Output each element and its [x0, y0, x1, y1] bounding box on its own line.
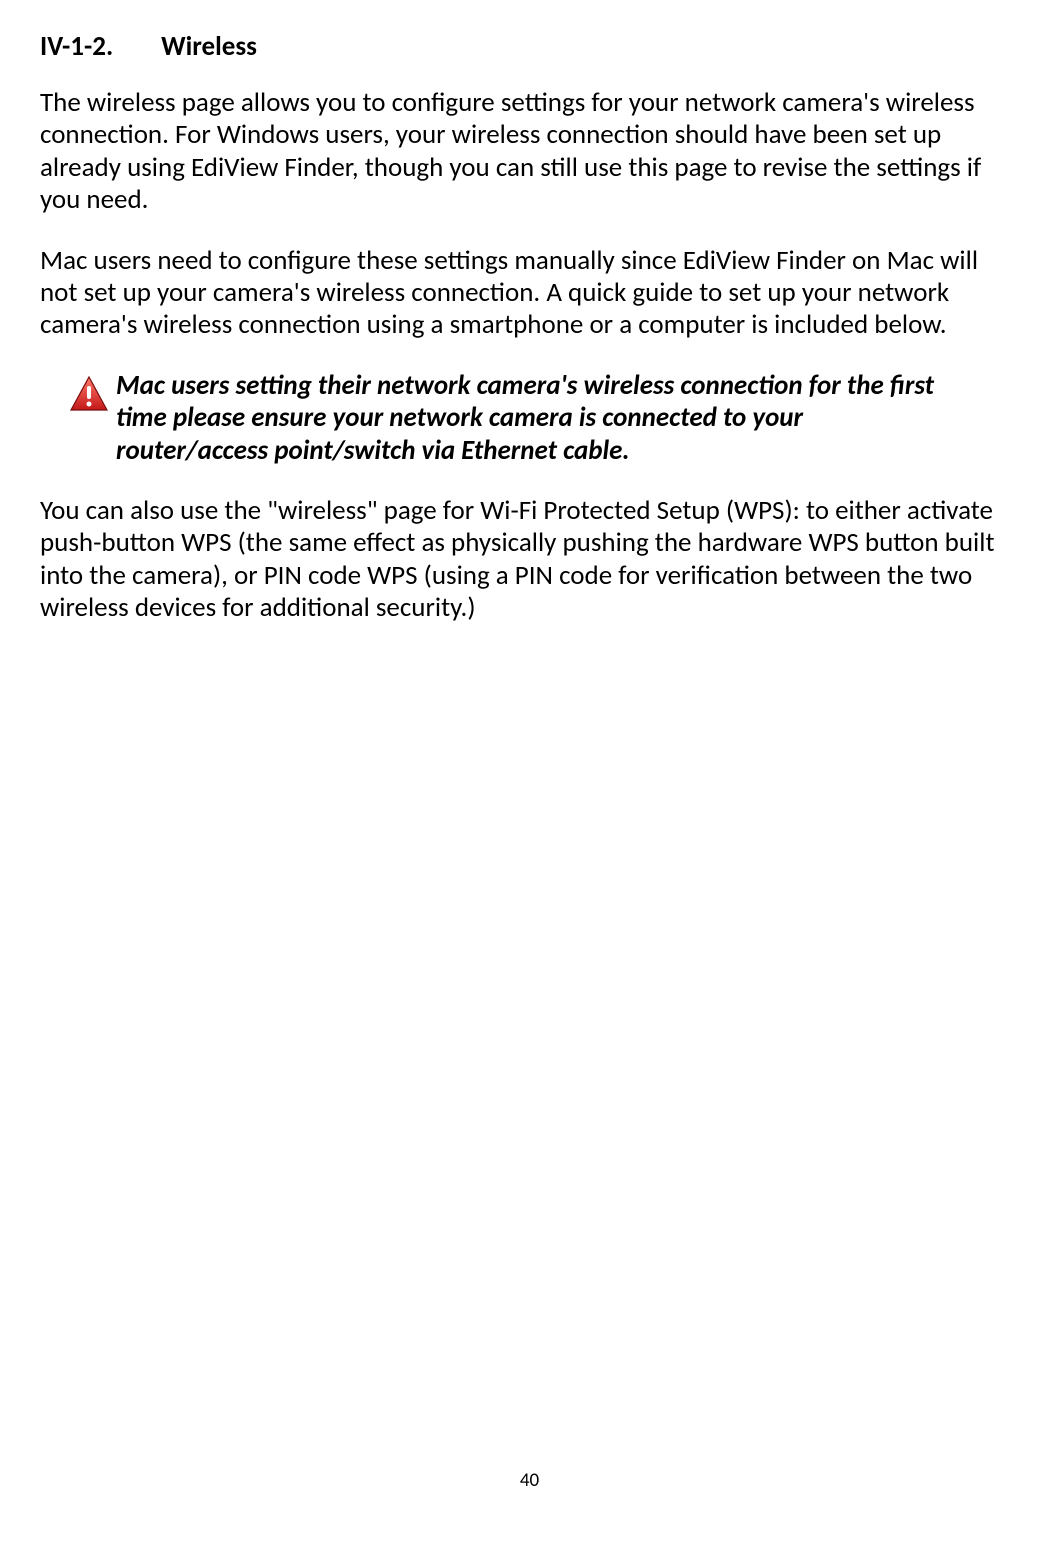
heading-number: IV-1-2. — [40, 30, 113, 63]
note-block: Mac users setting their network camera's… — [40, 370, 1019, 467]
warning-icon — [68, 374, 110, 416]
note-text: Mac users setting their network camera's… — [116, 370, 1019, 467]
heading-title: Wireless — [161, 30, 257, 63]
paragraph-3: You can also use the "wireless" page for… — [40, 495, 1019, 625]
paragraph-2: Mac users need to configure these settin… — [40, 245, 1019, 342]
section-heading: IV-1-2. Wireless — [40, 30, 1019, 63]
page-number: 40 — [0, 1469, 1059, 1492]
paragraph-1: The wireless page allows you to configur… — [40, 87, 1019, 217]
